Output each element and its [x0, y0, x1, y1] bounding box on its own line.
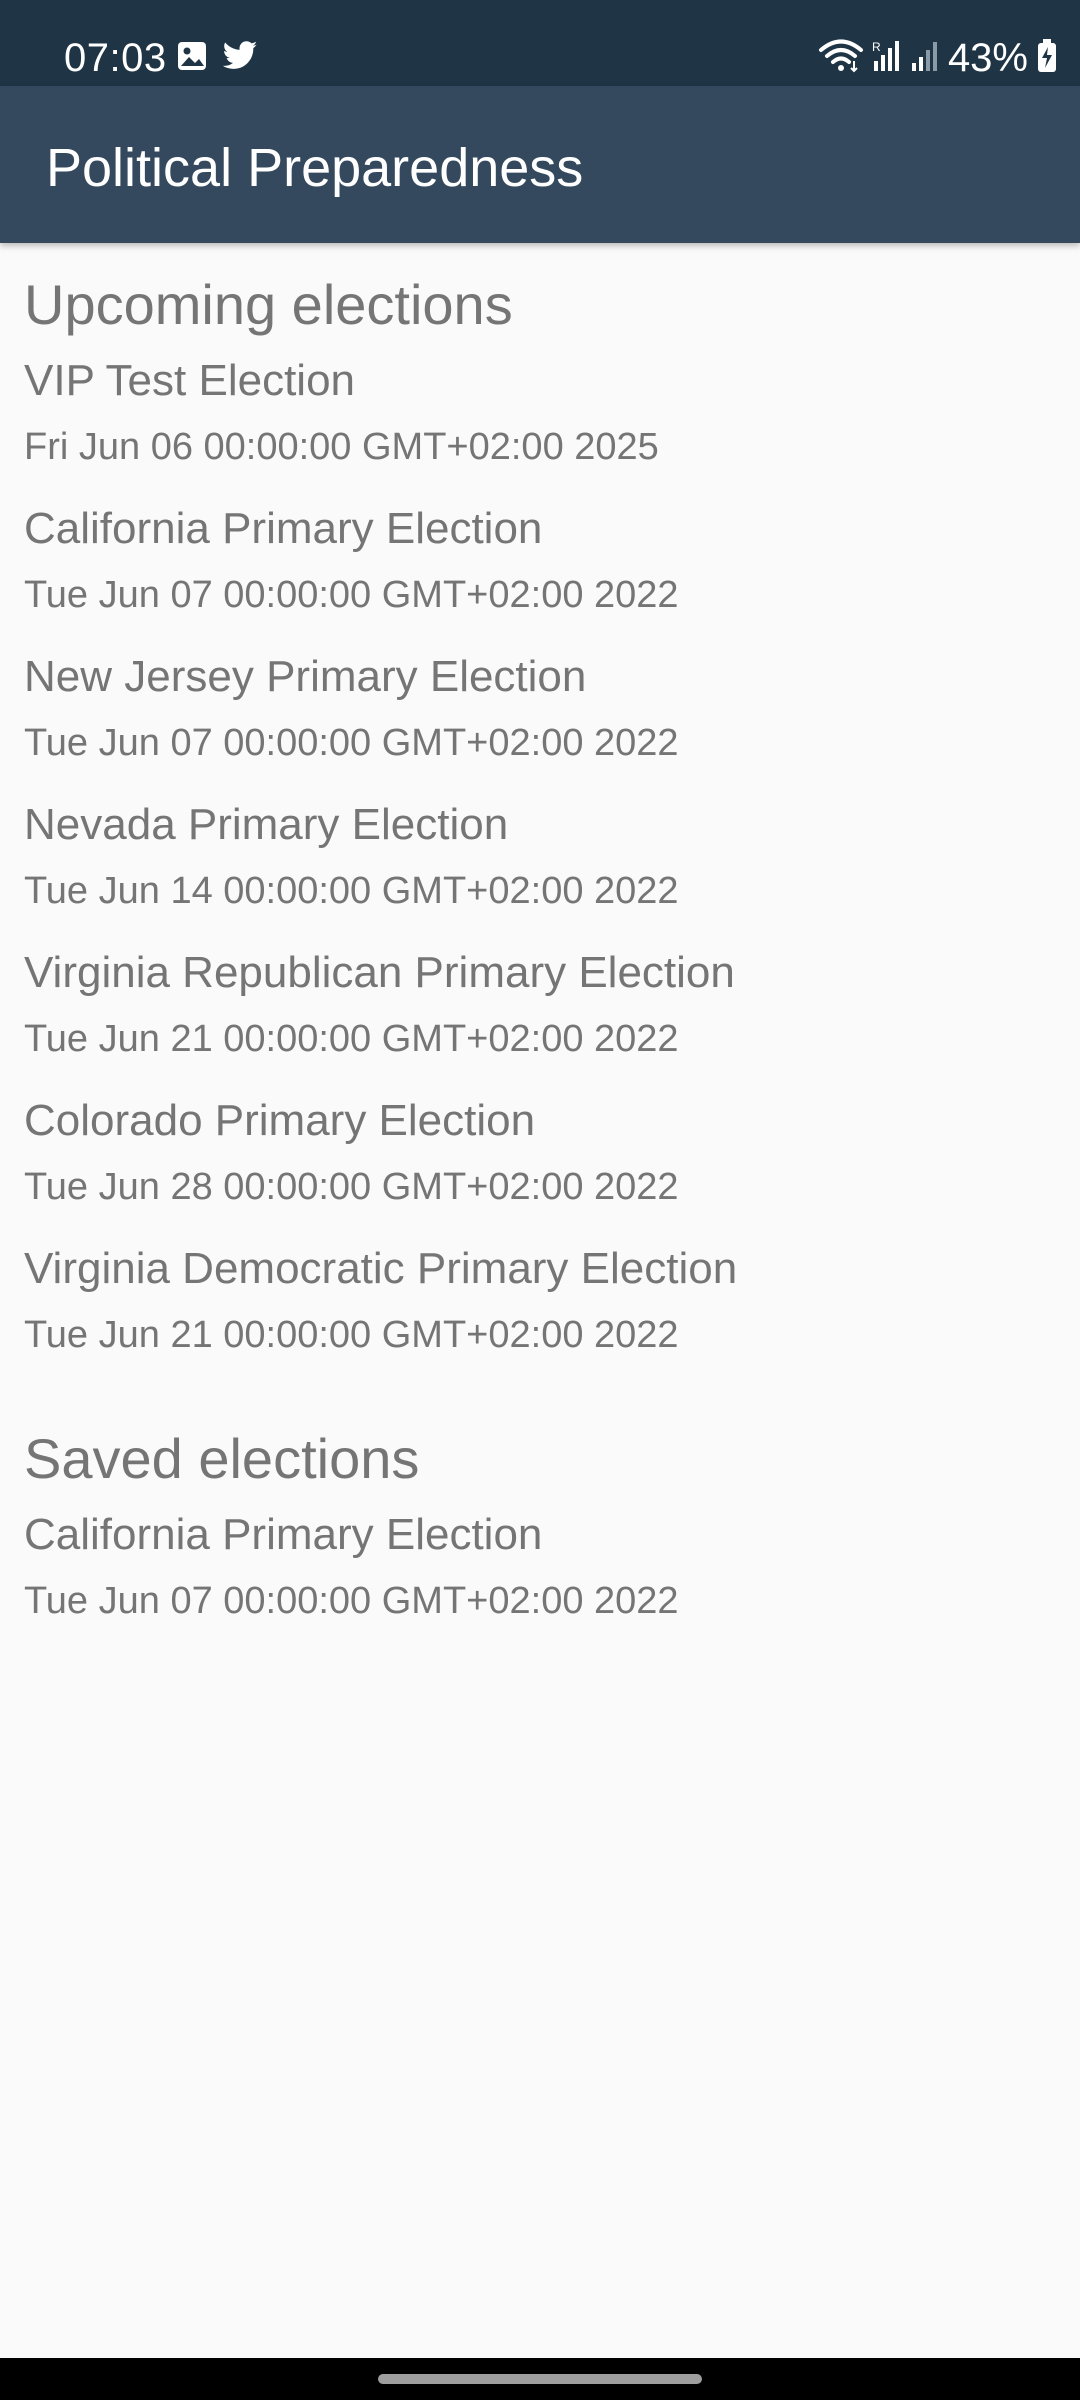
system-icons: R 43% — [818, 30, 1058, 86]
wifi-icon — [818, 39, 864, 78]
svg-text:R: R — [872, 40, 881, 54]
election-item[interactable]: California Primary Election Tue Jun 07 0… — [0, 489, 1080, 637]
signal-icon — [910, 39, 940, 78]
election-date: Tue Jun 14 00:00:00 GMT+02:00 2022 — [24, 870, 679, 912]
notification-icons — [176, 40, 258, 77]
election-item[interactable]: Nevada Primary Election Tue Jun 14 00:00… — [0, 785, 1080, 933]
app-title: Political Preparedness — [46, 138, 584, 198]
saved-election-item[interactable]: California Primary Election Tue Jun 07 0… — [0, 1495, 1080, 1643]
status-time: 07:03 — [64, 36, 167, 80]
status-bar: 07:03 R 43% — [0, 0, 1080, 86]
election-name: Virginia Republican Primary Election — [24, 948, 735, 997]
election-date: Tue Jun 21 00:00:00 GMT+02:00 2022 — [24, 1018, 679, 1060]
election-name: Virginia Democratic Primary Election — [24, 1244, 738, 1293]
election-date: Tue Jun 28 00:00:00 GMT+02:00 2022 — [24, 1166, 679, 1208]
election-name: Colorado Primary Election — [24, 1096, 536, 1145]
election-name: California Primary Election — [24, 504, 543, 553]
twitter-icon — [222, 40, 258, 77]
navigation-bar — [0, 2358, 1080, 2400]
battery-percent: 43% — [947, 36, 1028, 80]
election-item[interactable]: VIP Test Election Fri Jun 06 00:00:00 GM… — [0, 341, 1080, 489]
elections-content[interactable]: Upcoming elections VIP Test Election Fri… — [0, 243, 1080, 1643]
election-item[interactable]: Colorado Primary Election Tue Jun 28 00:… — [0, 1081, 1080, 1229]
election-date: Tue Jun 07 00:00:00 GMT+02:00 2022 — [24, 722, 679, 764]
screen: 07:03 R 43% Political Preparedness Upcom… — [0, 0, 1080, 2400]
election-date: Fri Jun 06 00:00:00 GMT+02:00 2025 — [24, 426, 659, 468]
signal-roaming-icon: R — [872, 39, 902, 78]
home-gesture-handle[interactable] — [378, 2374, 702, 2384]
saved-elections-header: Saved elections — [24, 1427, 420, 1490]
battery-charging-icon — [1036, 38, 1058, 79]
image-icon — [176, 40, 208, 77]
election-date: Tue Jun 21 00:00:00 GMT+02:00 2022 — [24, 1314, 679, 1356]
election-name: VIP Test Election — [24, 356, 356, 405]
election-item[interactable]: Virginia Democratic Primary Election Tue… — [0, 1229, 1080, 1377]
saved-elections-list[interactable]: California Primary Election Tue Jun 07 0… — [0, 1495, 1080, 1643]
election-item[interactable]: Virginia Republican Primary Election Tue… — [0, 933, 1080, 1081]
election-date: Tue Jun 07 00:00:00 GMT+02:00 2022 — [24, 1580, 679, 1622]
election-name: New Jersey Primary Election — [24, 652, 587, 701]
election-name: California Primary Election — [24, 1510, 543, 1559]
upcoming-elections-list[interactable]: VIP Test Election Fri Jun 06 00:00:00 GM… — [0, 341, 1080, 1377]
upcoming-elections-header: Upcoming elections — [24, 273, 513, 336]
election-name: Nevada Primary Election — [24, 800, 509, 849]
election-item[interactable]: New Jersey Primary Election Tue Jun 07 0… — [0, 637, 1080, 785]
election-date: Tue Jun 07 00:00:00 GMT+02:00 2022 — [24, 574, 679, 616]
app-bar: Political Preparedness — [0, 86, 1080, 243]
